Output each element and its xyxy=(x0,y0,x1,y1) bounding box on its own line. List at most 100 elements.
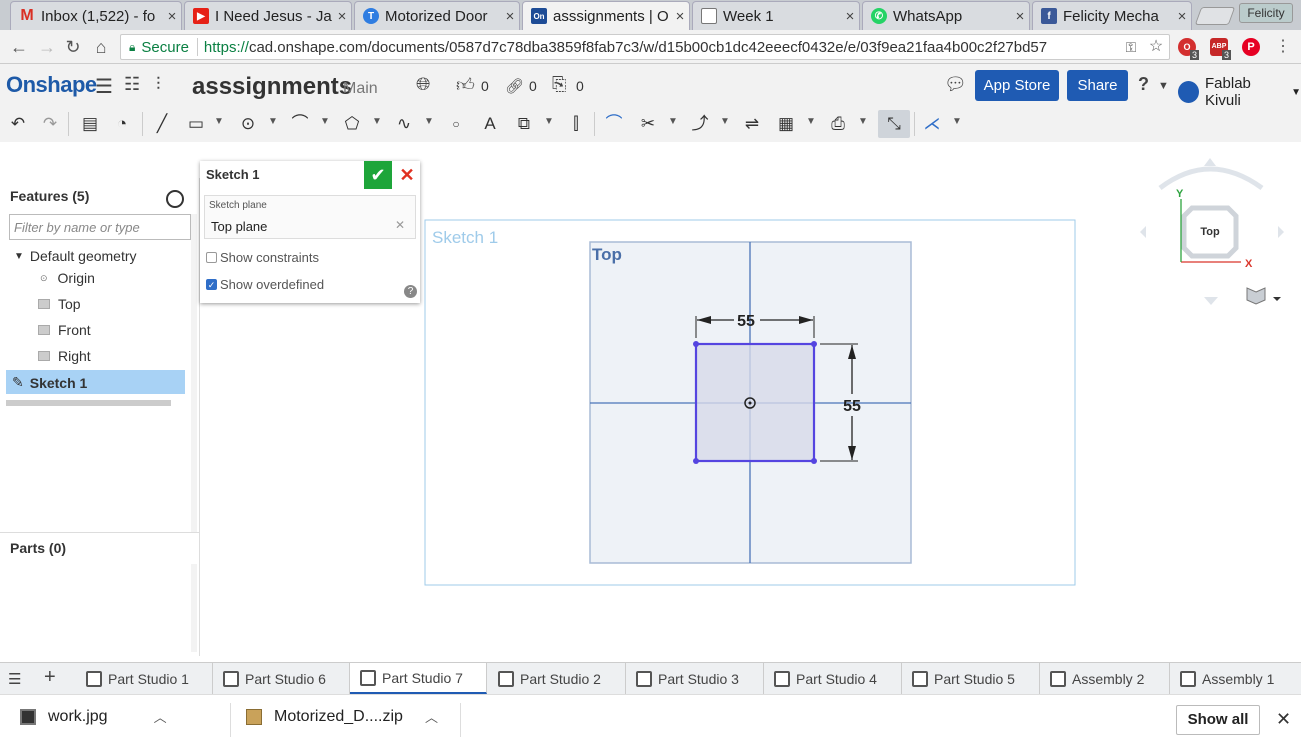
width-dimension[interactable]: 55 xyxy=(737,313,755,330)
offset-icon[interactable]: ⧉ xyxy=(512,112,536,136)
app-store-button[interactable]: App Store xyxy=(975,70,1059,101)
download-item-zip[interactable]: Motorized_D....zip ︿ xyxy=(246,707,438,726)
profile-button[interactable]: Felicity xyxy=(1239,3,1293,23)
copy-icon[interactable]: ⎘ xyxy=(552,74,566,95)
rollback-timer-icon[interactable] xyxy=(166,190,184,208)
comment-icon[interactable]: 💬︎ xyxy=(944,74,967,95)
reload-icon[interactable]: ↻ xyxy=(62,36,84,58)
sketch-new-icon[interactable]: ▤ xyxy=(78,112,102,136)
workspace-branch[interactable]: Main xyxy=(343,80,378,98)
scrollbar[interactable] xyxy=(191,214,197,532)
circle-icon[interactable]: ⊙ xyxy=(236,112,260,136)
show-overdefined-checkbox[interactable]: ✓ xyxy=(206,279,217,290)
close-icon[interactable]: × xyxy=(671,8,689,25)
sketch-plane-field[interactable]: Sketch plane Top plane ✕ xyxy=(204,195,416,239)
like-icon[interactable]: 👍︎ xyxy=(456,74,475,96)
browser-tab-whatsapp[interactable]: ✆ WhatsApp × xyxy=(862,1,1030,30)
back-icon[interactable]: ← xyxy=(8,36,30,58)
new-tab-button[interactable] xyxy=(1194,7,1236,25)
close-icon[interactable]: × xyxy=(333,8,351,25)
rectangle-icon[interactable]: ▭ xyxy=(184,112,208,136)
close-icon[interactable]: × xyxy=(163,8,181,25)
chevron-down-icon[interactable]: ▼ xyxy=(14,251,24,262)
forward-icon[interactable]: → xyxy=(36,36,58,58)
clear-icon[interactable]: ✕ xyxy=(395,218,405,232)
browser-tab-facebook[interactable]: f Felicity Mecha × xyxy=(1032,1,1192,30)
sketch-vertex[interactable] xyxy=(811,341,817,347)
tab-part-studio-3[interactable]: Part Studio 3 xyxy=(626,663,764,694)
scrollbar[interactable] xyxy=(191,564,197,652)
browser-tab-instructables[interactable]: T Motorized Door × xyxy=(354,1,520,30)
chevron-down-icon[interactable]: ▼ xyxy=(214,116,224,127)
text-icon[interactable]: A xyxy=(478,112,502,136)
import-dxf-icon[interactable]: ⎙ xyxy=(826,112,850,136)
add-tab-icon[interactable]: + xyxy=(44,666,56,689)
hamburger-menu-icon[interactable]: ☰ xyxy=(95,74,113,99)
constraint-icon[interactable]: ⋌ xyxy=(920,112,944,136)
redo-icon[interactable]: ↷ xyxy=(38,112,62,136)
line-icon[interactable]: ╱ xyxy=(150,112,174,136)
pattern-icon[interactable]: ▦ xyxy=(774,112,798,136)
download-item-work-jpg[interactable]: work.jpg ︿ xyxy=(20,707,167,726)
point-icon[interactable]: ○ xyxy=(444,112,468,136)
tab-assembly-1[interactable]: Assembly 1 xyxy=(1170,663,1301,694)
browser-tab-week1[interactable]: Week 1 × xyxy=(692,1,860,30)
mirror-icon[interactable]: ⫿ xyxy=(564,112,588,136)
link-icon[interactable]: 🔗︎ xyxy=(505,77,524,95)
close-icon[interactable]: ✕ xyxy=(1276,709,1291,730)
use-icon[interactable]: ◔ xyxy=(110,112,134,136)
chevron-down-icon[interactable]: ▼ xyxy=(424,116,434,127)
default-geometry-group[interactable]: ▼ Default geometry xyxy=(14,248,137,264)
chevron-down-icon[interactable]: ▼ xyxy=(1158,80,1169,92)
height-dimension[interactable]: 55 xyxy=(843,398,861,415)
tab-assembly-2[interactable]: Assembly 2 xyxy=(1040,663,1170,694)
trim-icon[interactable]: ✂ xyxy=(636,112,660,136)
globe-icon[interactable]: 🌐︎ xyxy=(416,74,430,95)
feature-item-right[interactable]: Right xyxy=(38,348,91,364)
key-icon[interactable]: ⚿ xyxy=(1120,36,1142,58)
feature-item-sketch1-content[interactable]: ✎ Sketch 1 xyxy=(12,374,87,391)
tab-part-studio-4[interactable]: Part Studio 4 xyxy=(764,663,902,694)
sketch-vertex[interactable] xyxy=(693,341,699,347)
chevron-down-icon[interactable]: ▼ xyxy=(720,116,730,127)
tab-part-studio-1[interactable]: Part Studio 1 xyxy=(76,663,213,694)
extend-icon[interactable]: ⤴ xyxy=(688,112,712,136)
feature-item-origin[interactable]: ⊙ Origin xyxy=(40,270,95,286)
browser-tab-gmail[interactable]: M Inbox (1,522) - fo × xyxy=(10,1,182,30)
chevron-down-icon[interactable]: ▼ xyxy=(320,116,330,127)
chevron-down-icon[interactable]: ▼ xyxy=(544,116,554,127)
variables-icon[interactable]: ⫶ xyxy=(156,74,161,95)
chevron-up-icon[interactable]: ︿ xyxy=(154,707,167,726)
chevron-down-icon[interactable]: ▼ xyxy=(268,116,278,127)
feature-item-front[interactable]: Front xyxy=(38,322,91,338)
close-icon[interactable]: × xyxy=(841,8,859,25)
browser-tab-onshape[interactable]: On asssignments | O × xyxy=(522,1,690,30)
fillet-icon[interactable]: ⌒ xyxy=(602,112,626,136)
chevron-down-icon[interactable]: ▼ xyxy=(858,116,868,127)
browser-tab-youtube[interactable]: ▶ I Need Jesus - Ja × xyxy=(184,1,352,30)
close-icon[interactable]: × xyxy=(1173,8,1191,25)
tab-part-studio-6[interactable]: Part Studio 6 xyxy=(213,663,350,694)
url-field[interactable]: 🔒︎ Secure https:// cad.onshape.com/docum… xyxy=(120,34,1170,60)
undo-icon[interactable]: ↶ xyxy=(6,112,30,136)
menu-dots-icon[interactable]: ⋮ xyxy=(1272,36,1294,58)
show-constraints-checkbox[interactable] xyxy=(206,252,217,263)
spline-icon[interactable]: ∿ xyxy=(392,112,416,136)
chevron-down-icon[interactable]: ▼ xyxy=(372,116,382,127)
cancel-x-icon[interactable]: ✕ xyxy=(394,161,420,189)
tab-part-studio-2[interactable]: Part Studio 2 xyxy=(488,663,626,694)
onshape-logo[interactable]: Onshape xyxy=(6,72,97,98)
rollback-bar[interactable] xyxy=(6,400,171,406)
sketch-vertex[interactable] xyxy=(693,458,699,464)
tab-manager-icon[interactable]: ☰ xyxy=(8,670,21,688)
chevron-up-icon[interactable]: ︿ xyxy=(425,707,438,726)
user-menu[interactable]: Fablab Kivuli ▼ xyxy=(1178,75,1301,109)
share-button[interactable]: Share xyxy=(1067,70,1128,101)
chevron-down-icon[interactable]: ▼ xyxy=(806,116,816,127)
tab-part-studio-7[interactable]: Part Studio 7 xyxy=(350,663,487,694)
bookmark-star-icon[interactable]: ☆ xyxy=(1145,36,1167,58)
polygon-icon[interactable]: ⬠ xyxy=(340,112,364,136)
home-icon[interactable]: ⌂ xyxy=(90,36,112,58)
accept-check-icon[interactable]: ✔ xyxy=(364,161,392,189)
dimension-icon[interactable]: ⤡ xyxy=(878,110,910,138)
